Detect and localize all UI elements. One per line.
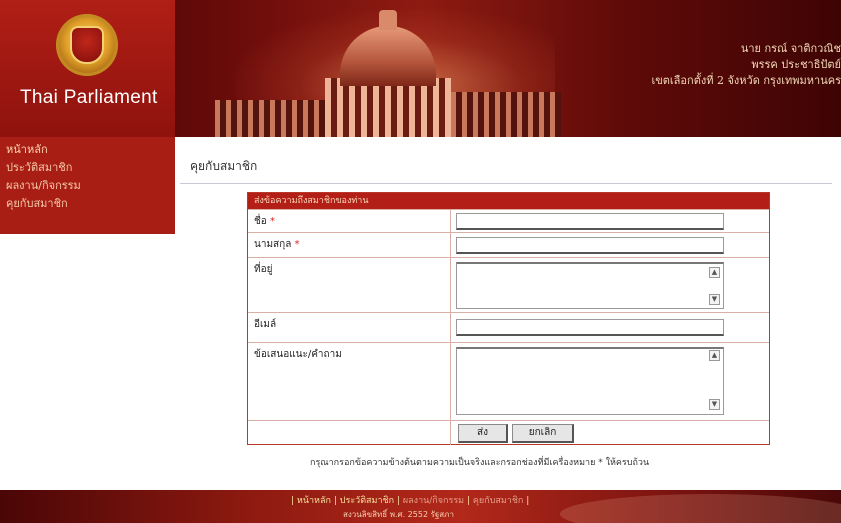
address-label: ที่อยู่ [254,264,273,275]
row-divider [450,421,451,445]
sidebar-nav: หน้าหลัก ประวัติสมาชิก ผลงาน/กิจกรรม คุย… [0,137,175,234]
surname-label-text: นามสกุล [254,239,292,250]
parliament-emblem-icon [56,14,118,76]
footer-separator: | [526,496,530,506]
heading-divider [180,183,832,184]
comment-field[interactable] [456,347,724,415]
building-right-wing [451,92,561,137]
footer-separator: | [396,496,401,506]
row-divider [450,258,451,312]
form-note: กรุณากรอกข้อความข้างต้นตามความเป็นจริงแล… [310,458,650,468]
page-title: คุยกับสมาชิก [190,159,258,173]
parliament-building-image [175,0,645,137]
form-header: ส่งข้อความถึงสมาชิกของท่าน [248,193,769,209]
row-divider [450,343,451,420]
address-field[interactable] [456,262,724,309]
building-lantern [379,10,397,30]
site-title: Thai Parliament [20,87,158,108]
form-row-comment: ข้อเสนอแนะ/คำถาม ▲ ▼ [248,342,769,420]
form-row-surname: นามสกุล * [248,232,769,257]
name-field[interactable] [456,213,724,230]
row-divider [450,313,451,342]
footer-link-contact[interactable]: คุยกับสมาชิก [473,496,524,506]
name-label-text: ชื่อ [254,216,267,227]
footer-decoration [560,494,841,523]
building-left-wing [215,100,325,137]
scroll-up-icon[interactable]: ▲ [709,267,720,278]
scroll-up-icon[interactable]: ▲ [709,350,720,361]
scroll-down-icon[interactable]: ▼ [709,294,720,305]
submit-button[interactable]: ส่ง [458,424,508,443]
surname-label: นามสกุล * [254,237,300,252]
footer-link-home[interactable]: หน้าหลัก [297,496,331,506]
footer-nav: | หน้าหลัก | ประวัติสมาชิก | ผลงาน/กิจกร… [291,493,529,507]
footer-separator: | [466,496,471,506]
required-mark: * [294,239,300,250]
sidebar-item-activities[interactable]: ผลงาน/กิจกรรม [6,177,175,195]
surname-field[interactable] [456,237,724,254]
cancel-button[interactable]: ยกเลิก [512,424,574,443]
header-logo-panel: Thai Parliament [0,0,175,137]
form-row-buttons: ส่ง ยกเลิก [248,420,769,445]
building-dome-drum [325,78,451,137]
form-row-email: อีเมล์ [248,312,769,342]
email-field[interactable] [456,319,724,336]
footer-separator: | [291,496,295,506]
email-label: อีเมล์ [254,319,277,330]
member-party: พรรค ประชาธิปัตย์ [751,58,841,71]
form-row-name: ชื่อ * [248,209,769,232]
row-divider [450,233,451,257]
sidebar-item-contact[interactable]: คุยกับสมาชิก [6,195,175,213]
name-label: ชื่อ * [254,214,275,229]
sidebar-item-profile[interactable]: ประวัติสมาชิก [6,159,175,177]
footer-link-activities[interactable]: ผลงาน/กิจกรรม [403,496,464,506]
member-constituency: เขตเลือกตั้งที่ 2 จังหวัด กรุงเทพมหานคร [651,74,841,87]
form-row-address: ที่อยู่ ▲ ▼ [248,257,769,312]
contact-form: ส่งข้อความถึงสมาชิกของท่าน ชื่อ * นามสกุ… [247,192,770,445]
footer-link-profile[interactable]: ประวัติสมาชิก [340,496,394,506]
header-banner: Thai Parliament นาย กรณ์ จาติกวณิช พรรค … [0,0,841,137]
comment-label: ข้อเสนอแนะ/คำถาม [254,349,342,360]
member-name: นาย กรณ์ จาติกวณิช [740,42,841,55]
emblem-crest [70,26,104,64]
row-divider [450,210,451,232]
scroll-down-icon[interactable]: ▼ [709,399,720,410]
footer: | หน้าหลัก | ประวัติสมาชิก | ผลงาน/กิจกร… [0,490,841,523]
footer-copyright: สงวนลิขสิทธิ์ พ.ศ. 2552 รัฐสภา [343,510,454,519]
required-mark: * [269,216,275,227]
footer-separator: | [333,496,337,506]
member-info: นาย กรณ์ จาติกวณิช พรรค ประชาธิปัตย์ เขต… [591,41,841,89]
sidebar-item-home[interactable]: หน้าหลัก [6,141,175,159]
